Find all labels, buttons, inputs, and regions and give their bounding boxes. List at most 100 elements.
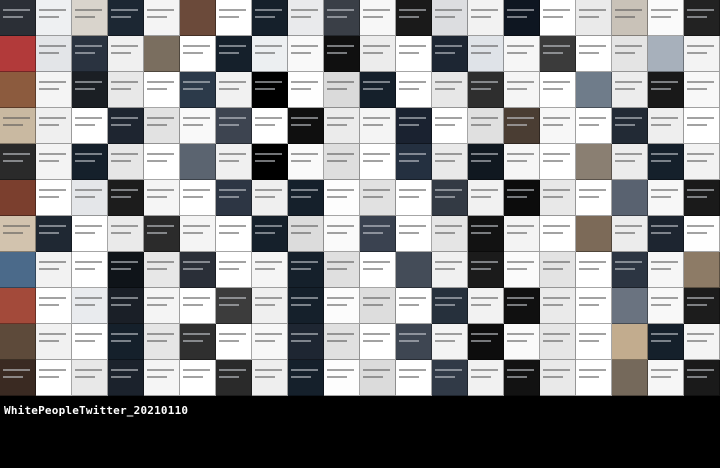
screenshot-thumbnail <box>0 288 36 324</box>
screenshot-thumbnail <box>504 180 540 216</box>
screenshot-thumbnail <box>648 108 684 144</box>
screenshot-thumbnail <box>540 0 576 36</box>
screenshot-thumbnail <box>432 0 468 36</box>
screenshot-thumbnail <box>288 144 324 180</box>
screenshot-thumbnail <box>144 144 180 180</box>
screenshot-thumbnail <box>144 0 180 36</box>
screenshot-thumbnail <box>540 216 576 252</box>
screenshot-thumbnail <box>36 144 72 180</box>
screenshot-thumbnail <box>612 72 648 108</box>
screenshot-thumbnail <box>576 36 612 72</box>
screenshot-thumbnail <box>216 180 252 216</box>
screenshot-thumbnail <box>576 252 612 288</box>
screenshot-thumbnail <box>324 216 360 252</box>
screenshot-thumbnail <box>576 180 612 216</box>
screenshot-thumbnail <box>36 216 72 252</box>
screenshot-thumbnail <box>216 144 252 180</box>
screenshot-thumbnail <box>144 180 180 216</box>
screenshot-thumbnail <box>324 36 360 72</box>
screenshot-thumbnail <box>468 0 504 36</box>
screenshot-thumbnail <box>360 288 396 324</box>
screenshot-thumbnail <box>252 108 288 144</box>
screenshot-thumbnail <box>612 0 648 36</box>
screenshot-thumbnail <box>216 0 252 36</box>
screenshot-thumbnail <box>288 72 324 108</box>
screenshot-thumbnail <box>432 108 468 144</box>
screenshot-thumbnail <box>252 324 288 360</box>
screenshot-thumbnail <box>612 36 648 72</box>
screenshot-thumbnail <box>432 288 468 324</box>
screenshot-thumbnail <box>648 180 684 216</box>
screenshot-thumbnail <box>288 288 324 324</box>
screenshot-thumbnail <box>180 252 216 288</box>
screenshot-thumbnail <box>684 216 720 252</box>
screenshot-thumbnail <box>0 324 36 360</box>
screenshot-thumbnail <box>36 288 72 324</box>
screenshot-thumbnail <box>108 288 144 324</box>
screenshot-thumbnail <box>36 72 72 108</box>
screenshot-thumbnail <box>144 108 180 144</box>
screenshot-mosaic <box>0 0 720 396</box>
screenshot-thumbnail <box>72 288 108 324</box>
screenshot-thumbnail <box>684 180 720 216</box>
screenshot-thumbnail <box>324 0 360 36</box>
screenshot-thumbnail <box>324 252 360 288</box>
screenshot-thumbnail <box>216 216 252 252</box>
screenshot-thumbnail <box>684 72 720 108</box>
screenshot-thumbnail <box>468 324 504 360</box>
screenshot-thumbnail <box>324 180 360 216</box>
screenshot-thumbnail <box>324 360 360 396</box>
screenshot-thumbnail <box>432 180 468 216</box>
screenshot-thumbnail <box>180 360 216 396</box>
screenshot-thumbnail <box>72 144 108 180</box>
screenshot-thumbnail <box>108 324 144 360</box>
screenshot-thumbnail <box>432 324 468 360</box>
screenshot-thumbnail <box>72 252 108 288</box>
screenshot-thumbnail <box>576 324 612 360</box>
screenshot-thumbnail <box>540 72 576 108</box>
screenshot-thumbnail <box>396 108 432 144</box>
screenshot-thumbnail <box>324 72 360 108</box>
screenshot-thumbnail <box>504 288 540 324</box>
screenshot-thumbnail <box>396 72 432 108</box>
screenshot-thumbnail <box>288 324 324 360</box>
screenshot-thumbnail <box>72 0 108 36</box>
screenshot-thumbnail <box>360 36 396 72</box>
screenshot-thumbnail <box>144 360 180 396</box>
screenshot-thumbnail <box>252 216 288 252</box>
screenshot-thumbnail <box>216 36 252 72</box>
screenshot-thumbnail <box>108 360 144 396</box>
screenshot-thumbnail <box>360 252 396 288</box>
screenshot-thumbnail <box>396 36 432 72</box>
screenshot-thumbnail <box>36 252 72 288</box>
screenshot-thumbnail <box>612 144 648 180</box>
screenshot-thumbnail <box>180 324 216 360</box>
screenshot-thumbnail <box>360 144 396 180</box>
screenshot-thumbnail <box>252 0 288 36</box>
screenshot-thumbnail <box>216 72 252 108</box>
screenshot-thumbnail <box>252 288 288 324</box>
screenshot-thumbnail <box>648 216 684 252</box>
screenshot-thumbnail <box>432 252 468 288</box>
screenshot-thumbnail <box>684 108 720 144</box>
screenshot-thumbnail <box>36 360 72 396</box>
screenshot-thumbnail <box>540 36 576 72</box>
screenshot-thumbnail <box>576 288 612 324</box>
screenshot-thumbnail <box>540 252 576 288</box>
screenshot-thumbnail <box>612 216 648 252</box>
screenshot-thumbnail <box>0 144 36 180</box>
screenshot-thumbnail <box>504 252 540 288</box>
screenshot-thumbnail <box>684 324 720 360</box>
screenshot-thumbnail <box>216 108 252 144</box>
screenshot-thumbnail <box>576 108 612 144</box>
screenshot-thumbnail <box>216 288 252 324</box>
screenshot-thumbnail <box>648 324 684 360</box>
screenshot-thumbnail <box>180 36 216 72</box>
archive-caption: WhitePeopleTwitter_20210110 <box>4 404 189 417</box>
screenshot-thumbnail <box>144 252 180 288</box>
screenshot-thumbnail <box>468 144 504 180</box>
screenshot-thumbnail <box>180 108 216 144</box>
screenshot-thumbnail <box>108 36 144 72</box>
screenshot-thumbnail <box>576 72 612 108</box>
screenshot-thumbnail <box>288 108 324 144</box>
